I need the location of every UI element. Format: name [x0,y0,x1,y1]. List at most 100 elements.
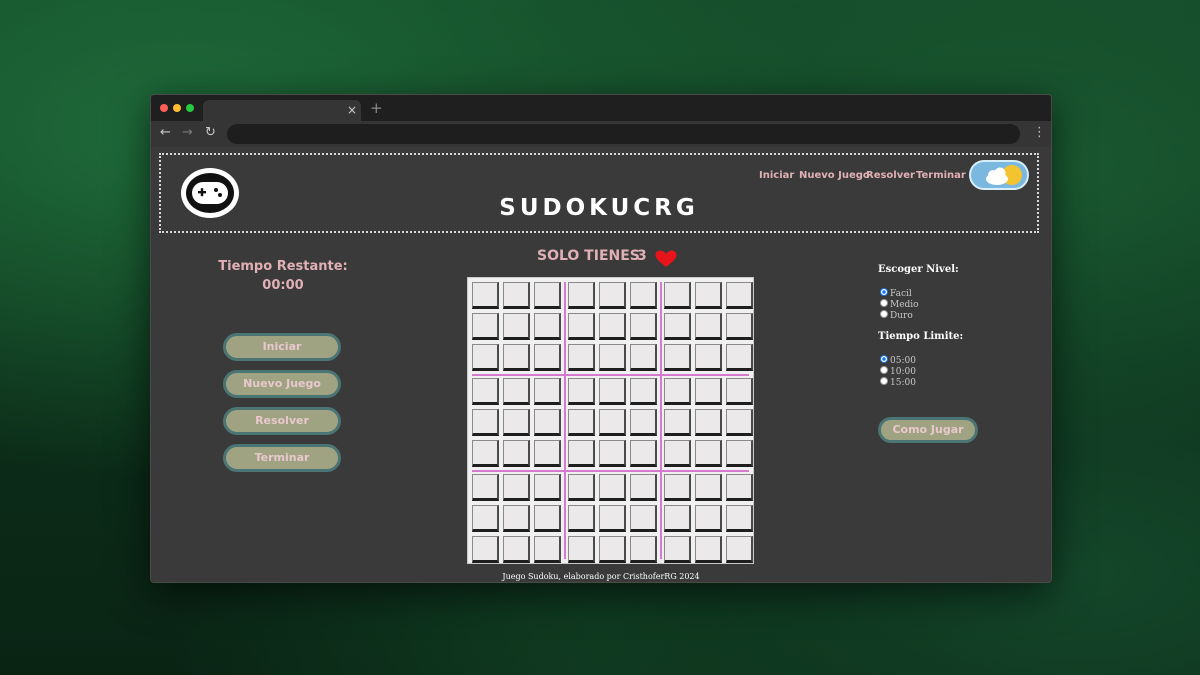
sudoku-cell[interactable] [664,536,691,563]
sudoku-cell[interactable] [503,409,530,436]
sudoku-cell[interactable] [534,344,561,371]
radio-icon[interactable] [880,299,888,307]
sudoku-cell[interactable] [695,536,722,563]
level-option-facil[interactable]: Facil [880,288,912,299]
sudoku-cell[interactable] [472,409,499,436]
sudoku-cell[interactable] [503,378,530,405]
sudoku-cell[interactable] [726,505,753,532]
sudoku-cell[interactable] [630,440,657,467]
minimize-window-dot[interactable] [173,104,181,112]
radio-icon[interactable] [880,377,888,385]
sudoku-cell[interactable] [599,344,626,371]
sudoku-cell[interactable] [568,313,595,340]
nav-terminar[interactable]: Terminar [916,170,966,181]
sudoku-cell[interactable] [503,536,530,563]
sudoku-cell[interactable] [664,344,691,371]
time-option-10[interactable]: 10:00 [880,366,916,377]
sudoku-cell[interactable] [664,409,691,436]
sudoku-cell[interactable] [534,282,561,309]
sudoku-cell[interactable] [472,536,499,563]
sudoku-cell[interactable] [568,378,595,405]
sudoku-cell[interactable] [503,282,530,309]
sudoku-cell[interactable] [568,536,595,563]
sudoku-cell[interactable] [695,440,722,467]
sudoku-cell[interactable] [695,313,722,340]
sudoku-cell[interactable] [695,344,722,371]
radio-selected-icon[interactable] [880,355,888,363]
sudoku-cell[interactable] [664,282,691,309]
sudoku-cell[interactable] [568,282,595,309]
nav-iniciar[interactable]: Iniciar [759,170,794,181]
sudoku-cell[interactable] [664,505,691,532]
sudoku-cell[interactable] [726,378,753,405]
sudoku-cell[interactable] [695,378,722,405]
sudoku-cell[interactable] [695,474,722,501]
browser-menu-icon[interactable]: ⋮ [1033,124,1046,142]
sudoku-cell[interactable] [534,409,561,436]
forward-icon[interactable]: → [182,124,193,142]
sudoku-cell[interactable] [568,409,595,436]
sudoku-cell[interactable] [630,378,657,405]
sudoku-cell[interactable] [503,474,530,501]
sudoku-cell[interactable] [503,313,530,340]
sudoku-cell[interactable] [599,505,626,532]
sudoku-cell[interactable] [695,409,722,436]
sudoku-cell[interactable] [630,344,657,371]
how-to-play-button[interactable]: Como Jugar [878,417,978,443]
nav-nuevo-juego[interactable]: Nuevo Juego [799,170,870,181]
sudoku-cell[interactable] [534,313,561,340]
level-option-duro[interactable]: Duro [880,310,913,321]
sudoku-cell[interactable] [630,536,657,563]
sudoku-cell[interactable] [599,440,626,467]
maximize-window-dot[interactable] [186,104,194,112]
sudoku-cell[interactable] [568,344,595,371]
sudoku-cell[interactable] [472,344,499,371]
sudoku-cell[interactable] [568,505,595,532]
sudoku-cell[interactable] [568,474,595,501]
sudoku-cell[interactable] [534,474,561,501]
nav-resolver[interactable]: Resolver [866,170,915,181]
theme-toggle[interactable] [969,160,1029,190]
radio-selected-icon[interactable] [880,288,888,296]
sudoku-cell[interactable] [599,378,626,405]
sudoku-cell[interactable] [503,344,530,371]
sudoku-cell[interactable] [472,282,499,309]
sudoku-cell[interactable] [472,440,499,467]
sudoku-cell[interactable] [726,440,753,467]
sudoku-cell[interactable] [695,282,722,309]
address-bar[interactable] [227,124,1020,144]
level-option-medio[interactable]: Medio [880,299,919,310]
close-window-dot[interactable] [160,104,168,112]
sudoku-cell[interactable] [630,474,657,501]
terminar-button[interactable]: Terminar [223,444,341,472]
sudoku-cell[interactable] [503,440,530,467]
iniciar-button[interactable]: Iniciar [223,333,341,361]
sudoku-cell[interactable] [472,378,499,405]
resolver-button[interactable]: Resolver [223,407,341,435]
sudoku-cell[interactable] [726,344,753,371]
sudoku-cell[interactable] [664,313,691,340]
sudoku-cell[interactable] [630,313,657,340]
sudoku-cell[interactable] [726,536,753,563]
time-option-05[interactable]: 05:00 [880,355,916,366]
sudoku-cell[interactable] [503,505,530,532]
sudoku-cell[interactable] [726,313,753,340]
sudoku-cell[interactable] [568,440,595,467]
radio-icon[interactable] [880,366,888,374]
time-option-15[interactable]: 15:00 [880,377,916,388]
sudoku-cell[interactable] [630,282,657,309]
sudoku-cell[interactable] [472,505,499,532]
sudoku-cell[interactable] [599,474,626,501]
sudoku-cell[interactable] [534,378,561,405]
sudoku-cell[interactable] [534,536,561,563]
sudoku-cell[interactable] [534,505,561,532]
sudoku-cell[interactable] [534,440,561,467]
sudoku-cell[interactable] [599,282,626,309]
sudoku-cell[interactable] [726,474,753,501]
sudoku-cell[interactable] [599,409,626,436]
sudoku-cell[interactable] [726,409,753,436]
sudoku-cell[interactable] [726,282,753,309]
sudoku-cell[interactable] [664,474,691,501]
sudoku-cell[interactable] [472,313,499,340]
browser-tab[interactable]: × [203,100,361,121]
